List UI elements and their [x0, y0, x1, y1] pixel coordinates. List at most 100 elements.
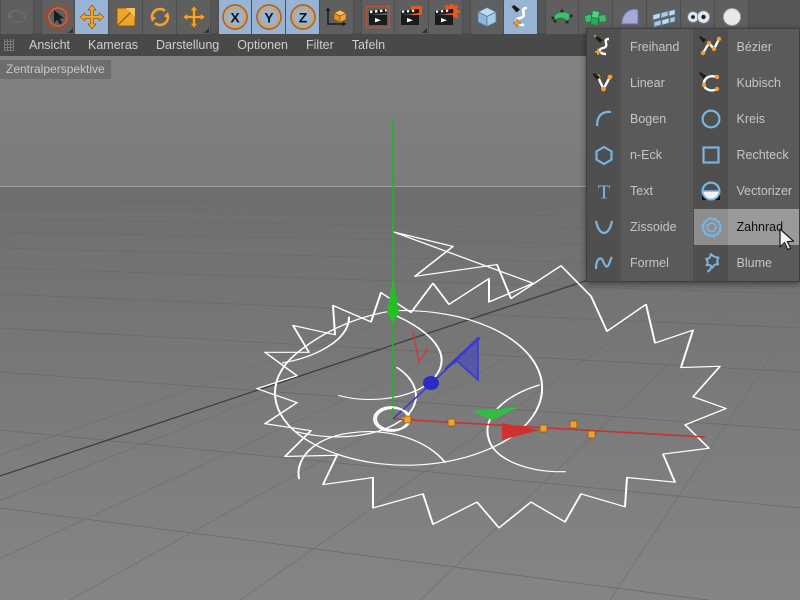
toolbar-group-history — [0, 0, 34, 34]
light-icon — [722, 7, 741, 26]
menu-item-kreis[interactable]: Kreis — [693, 101, 800, 137]
svg-text:Y: Y — [264, 9, 274, 25]
menu-item-kameras[interactable]: Kameras — [79, 34, 147, 56]
spline-arc-icon — [587, 101, 621, 137]
scene-icon — [652, 8, 675, 27]
render-settings-button[interactable] — [429, 0, 463, 34]
menu-label: n-Eck — [630, 148, 662, 162]
menu-label: Zissoide — [630, 220, 677, 234]
move-axis-icon — [182, 5, 205, 28]
render-settings-icon — [434, 3, 460, 25]
menu-item-bezier[interactable]: Bézier — [693, 29, 800, 65]
world-coordinates-button[interactable] — [320, 0, 354, 34]
spline-circle-icon — [693, 101, 728, 137]
menu-label: Bézier — [736, 40, 772, 54]
toolbar-separator — [34, 0, 41, 34]
move-axis-tool-button[interactable] — [177, 0, 211, 34]
toolbar-group-axis-locks: X Y Z — [218, 0, 354, 34]
toolbar-separator — [463, 0, 470, 34]
menu-item-freihand[interactable]: Freihand — [587, 29, 693, 65]
world-coordinates-icon — [325, 6, 347, 26]
menu-item-linear[interactable]: Linear — [587, 65, 693, 101]
toolbar-group-render — [361, 0, 463, 34]
drag-grip-icon[interactable] — [4, 39, 14, 51]
render-view-button[interactable] — [361, 0, 395, 34]
flyout-corner — [204, 27, 209, 33]
nurbs-icon — [551, 8, 573, 24]
rotate-tool-button[interactable] — [143, 0, 177, 34]
menu-item-neck[interactable]: n-Eck — [587, 137, 693, 173]
spline-vectorizer-icon — [693, 173, 728, 209]
menu-label: Formel — [630, 256, 669, 270]
menu-label: Blume — [736, 256, 772, 270]
point-handle — [587, 430, 596, 439]
menu-item-vectorizer[interactable]: Vectorizer — [693, 173, 800, 209]
menu-item-zahnrad[interactable]: Zahnrad — [693, 209, 799, 245]
viewport-perspective-label: Zentralperspektive — [0, 60, 111, 79]
nurbs-button[interactable] — [545, 0, 579, 34]
point-handle — [447, 418, 456, 427]
menu-item-blume[interactable]: Blume — [693, 245, 800, 281]
cube-primitive-icon — [477, 6, 497, 27]
menu-label: Text — [630, 184, 653, 198]
menu-item-bogen[interactable]: Bogen — [587, 101, 693, 137]
spline-menu-right-column: Bézier Kubisch Kreis Rechteck Vectorizer… — [693, 29, 800, 281]
primitive-cube-button[interactable] — [470, 0, 504, 34]
toolbar-group-tools — [41, 0, 211, 34]
point-handle — [569, 420, 578, 429]
toolbar-group-objects — [470, 0, 538, 34]
axis-x-icon: X — [222, 3, 248, 30]
undo-button[interactable] — [0, 0, 34, 34]
menu-item-filter[interactable]: Filter — [297, 34, 343, 56]
menu-item-tafeln[interactable]: Tafeln — [343, 34, 394, 56]
scale-icon — [116, 7, 135, 26]
lock-z-axis-button[interactable]: Z — [286, 0, 320, 34]
flyout-corner — [422, 27, 427, 33]
spline-tool-button[interactable] — [504, 0, 538, 34]
spline-flower-icon — [693, 245, 728, 281]
spline-gear-icon — [693, 209, 728, 245]
spline-ngon-icon — [587, 137, 621, 173]
render-view-icon — [365, 5, 391, 28]
spline-pen-icon — [509, 3, 527, 27]
lock-y-axis-button[interactable]: Y — [252, 0, 286, 34]
menu-label: Kreis — [736, 112, 765, 126]
menu-item-kubisch[interactable]: Kubisch — [693, 65, 800, 101]
spline-dropdown-menu[interactable]: Freihand Linear Bogen n-Eck T Text Zisso… — [586, 28, 800, 282]
spline-bezier-icon — [693, 29, 728, 65]
selection-arrow-icon — [45, 4, 71, 29]
selection-tool-button[interactable] — [41, 0, 75, 34]
array-icon — [583, 9, 607, 26]
svg-text:T: T — [598, 182, 610, 204]
rotate-icon — [149, 7, 170, 26]
render-region-icon — [400, 5, 422, 25]
menu-label: Kubisch — [736, 76, 781, 90]
spline-text-icon: T — [587, 173, 621, 209]
spline-formula-icon — [587, 245, 621, 281]
spline-cissoid-icon — [587, 209, 621, 245]
scale-tool-button[interactable] — [109, 0, 143, 34]
undo-icon — [7, 9, 26, 23]
point-handle — [539, 424, 548, 433]
point-handle — [403, 415, 412, 424]
axis-z-icon: Z — [289, 3, 316, 30]
move-tool-button[interactable] — [75, 0, 109, 34]
menu-label: Freihand — [630, 40, 680, 54]
menu-item-zissoide[interactable]: Zissoide — [587, 209, 693, 245]
bend-deformer-icon — [621, 8, 638, 24]
render-region-button[interactable] — [395, 0, 429, 34]
spline-freehand-icon — [587, 29, 621, 65]
move-icon — [79, 4, 104, 29]
menu-item-ansicht[interactable]: Ansicht — [20, 34, 79, 56]
menu-item-text[interactable]: T Text — [587, 173, 693, 209]
menu-item-darstellung[interactable]: Darstellung — [147, 34, 228, 56]
lock-x-axis-button[interactable]: X — [218, 0, 252, 34]
application-window: X Y Z Ansicht Kameras Darstellung Option… — [0, 0, 800, 600]
menu-item-formel[interactable]: Formel — [587, 245, 693, 281]
menu-label: Vectorizer — [736, 184, 793, 198]
axis-y-icon: Y — [255, 3, 282, 30]
menu-item-rechteck[interactable]: Rechteck — [693, 137, 800, 173]
menu-item-optionen[interactable]: Optionen — [228, 34, 297, 56]
spline-cubic-icon — [693, 65, 728, 101]
svg-text:Z: Z — [298, 9, 307, 25]
